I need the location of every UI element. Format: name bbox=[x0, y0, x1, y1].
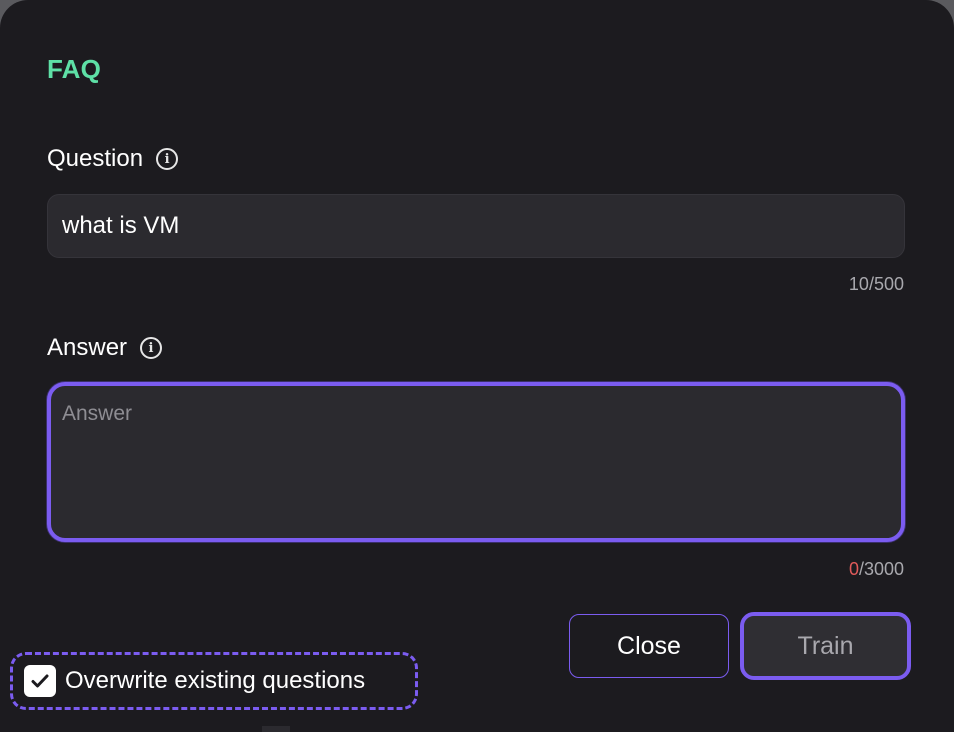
dialog-title: FAQ bbox=[47, 54, 102, 84]
question-input[interactable] bbox=[47, 194, 905, 258]
answer-count: 0 bbox=[848, 559, 859, 579]
close-button[interactable]: Close bbox=[569, 614, 729, 678]
question-count: 10 bbox=[848, 274, 869, 294]
answer-field-wrapper bbox=[47, 382, 905, 542]
train-button[interactable]: Train bbox=[740, 612, 911, 680]
overwrite-label: Overwrite existing questions bbox=[65, 667, 366, 694]
overwrite-checkbox-row[interactable]: Overwrite existing questions bbox=[10, 652, 418, 710]
question-char-counter: 10/500 bbox=[849, 274, 904, 295]
answer-textarea[interactable] bbox=[51, 386, 901, 538]
question-count-max: /500 bbox=[868, 274, 904, 294]
answer-label: Answer bbox=[47, 334, 128, 361]
answer-char-counter: 0/3000 bbox=[849, 559, 904, 580]
overwrite-checkbox[interactable] bbox=[24, 665, 56, 697]
faq-dialog: FAQ Question i 10/500 Answer i 0/3000 Cl… bbox=[0, 0, 954, 732]
check-icon bbox=[31, 674, 49, 688]
answer-count-max: /3000 bbox=[858, 559, 904, 579]
question-label-row: Question i bbox=[47, 145, 179, 173]
info-icon[interactable]: i bbox=[140, 337, 163, 359]
divider bbox=[262, 726, 290, 732]
answer-label-row: Answer i bbox=[47, 334, 163, 362]
info-icon[interactable]: i bbox=[156, 148, 179, 170]
question-label: Question bbox=[47, 145, 144, 172]
